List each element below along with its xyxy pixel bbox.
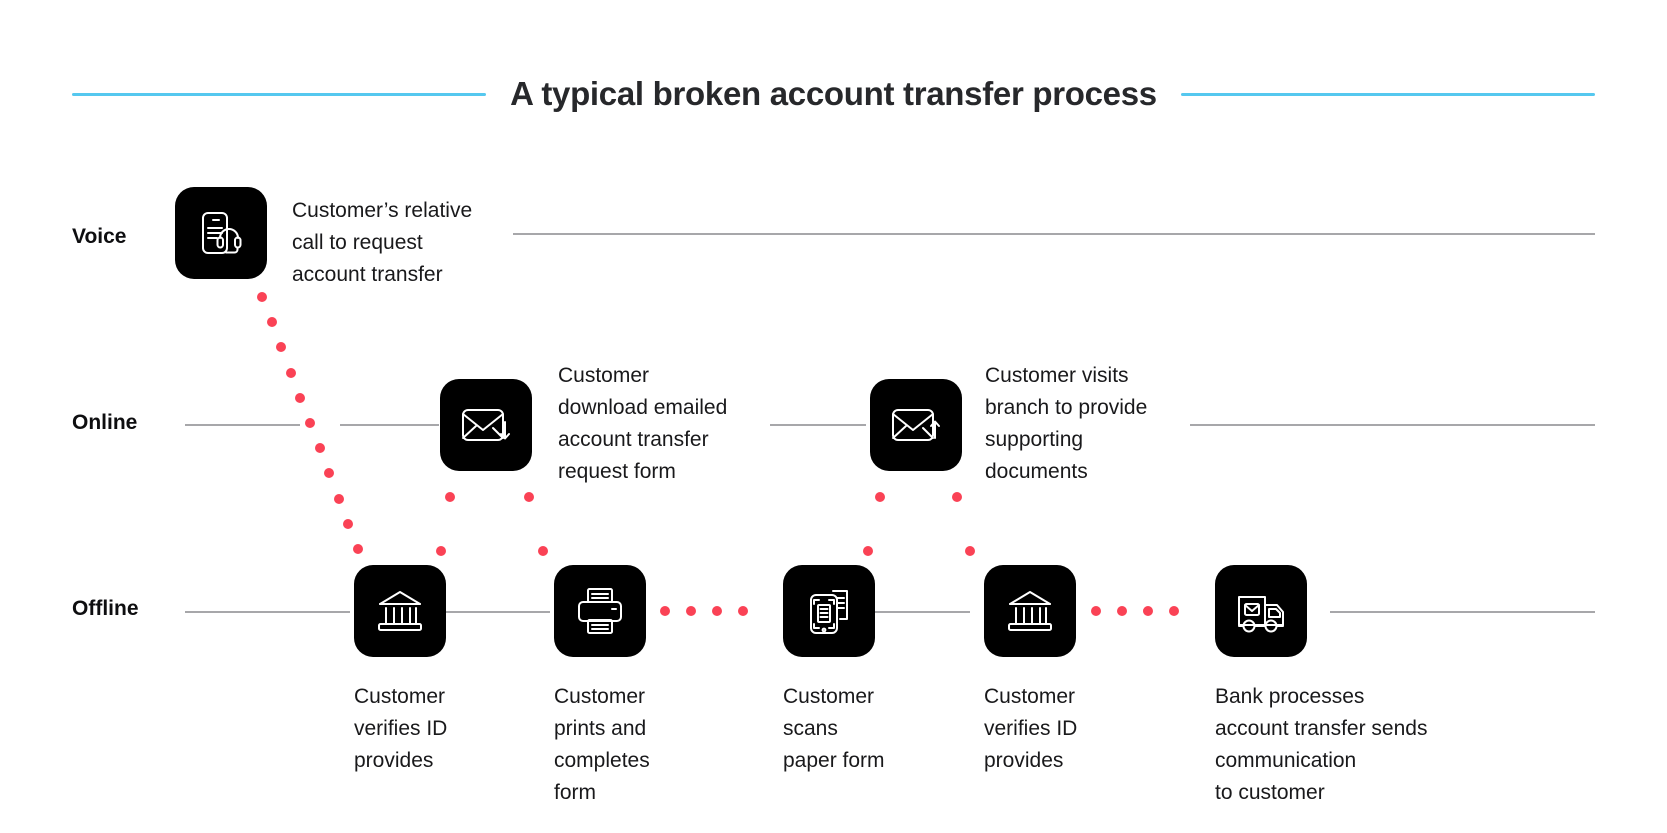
step-7-tile[interactable] — [984, 565, 1076, 657]
connector-dot — [295, 392, 306, 403]
step-3-caption: Customer download emailed account transf… — [558, 364, 728, 483]
step-6-caption: Customer visits branch to provide suppor… — [985, 364, 1148, 483]
track-offline-seg-4 — [1330, 611, 1595, 613]
page-title: A typical broken account transfer proces… — [510, 75, 1157, 112]
connector-dot — [712, 606, 722, 616]
connector-dot — [1091, 606, 1101, 616]
step-2-tile[interactable] — [354, 565, 446, 657]
connector-dot — [686, 606, 696, 616]
connector-dot — [436, 546, 446, 556]
connector-dot — [343, 518, 354, 529]
title-row: A typical broken account transfer proces… — [0, 66, 1667, 122]
connector-dot — [738, 606, 748, 616]
diagram-canvas: A typical broken account transfer proces… — [0, 0, 1667, 833]
step-1-tile[interactable] — [175, 187, 267, 279]
step-7-caption: Customer verifies ID provides — [984, 685, 1078, 772]
track-voice-right — [513, 233, 1595, 235]
step-8-caption: Bank processes account transfer sends co… — [1215, 685, 1428, 804]
connector-dot — [353, 544, 363, 554]
document-headset-icon — [193, 205, 249, 261]
connector-dot — [324, 468, 335, 479]
lane-label-offline: Offline — [72, 597, 139, 620]
step-4-caption: Customer prints and completes form — [554, 685, 650, 804]
connector-dot — [524, 492, 534, 502]
connector-dot — [1169, 606, 1179, 616]
track-offline-seg-2 — [446, 611, 550, 613]
connector-dot — [305, 418, 315, 428]
step-4-tile[interactable] — [554, 565, 646, 657]
envelope-upload-icon — [887, 396, 945, 454]
connector-dot — [445, 492, 455, 502]
delivery-truck-mail-icon — [1233, 583, 1289, 639]
track-offline-seg-3 — [866, 611, 970, 613]
connector-dot — [875, 492, 885, 502]
lane-label-online: Online — [72, 411, 138, 434]
track-online-seg-4 — [1190, 424, 1595, 426]
step-5-tile[interactable] — [783, 565, 875, 657]
step-8-tile[interactable] — [1215, 565, 1307, 657]
connector-dot — [1117, 606, 1127, 616]
connector-dot — [285, 367, 296, 378]
title-rule-right — [1180, 92, 1595, 96]
connector-dot — [538, 546, 548, 556]
connector-dot — [276, 342, 287, 353]
connector-dot — [257, 292, 267, 302]
track-offline-seg-1 — [185, 611, 350, 613]
envelope-download-icon — [457, 396, 515, 454]
track-online-seg-2 — [340, 424, 439, 426]
title-rule-left — [72, 92, 487, 96]
step-1-caption: Customer’s relative call to request acco… — [292, 199, 473, 286]
connector-dot — [965, 546, 975, 556]
connector-dot — [660, 606, 670, 616]
connector-dot — [266, 317, 277, 328]
step-5-caption: Customer scans paper form — [783, 685, 885, 772]
step-3-tile[interactable] — [440, 379, 532, 471]
step-6-tile[interactable] — [870, 379, 962, 471]
track-online-seg-1 — [185, 424, 300, 426]
bank-icon — [372, 583, 428, 639]
connector-dot — [1143, 606, 1153, 616]
bank-icon — [1002, 583, 1058, 639]
connector-dot — [863, 546, 873, 556]
connector-dot — [333, 493, 344, 504]
printer-icon — [572, 583, 628, 639]
connector-dot — [952, 492, 962, 502]
step-2-caption: Customer verifies ID provides — [354, 685, 448, 772]
lane-label-voice: Voice — [72, 225, 127, 248]
scanner-icon — [801, 583, 857, 639]
connector-dot — [314, 443, 325, 454]
